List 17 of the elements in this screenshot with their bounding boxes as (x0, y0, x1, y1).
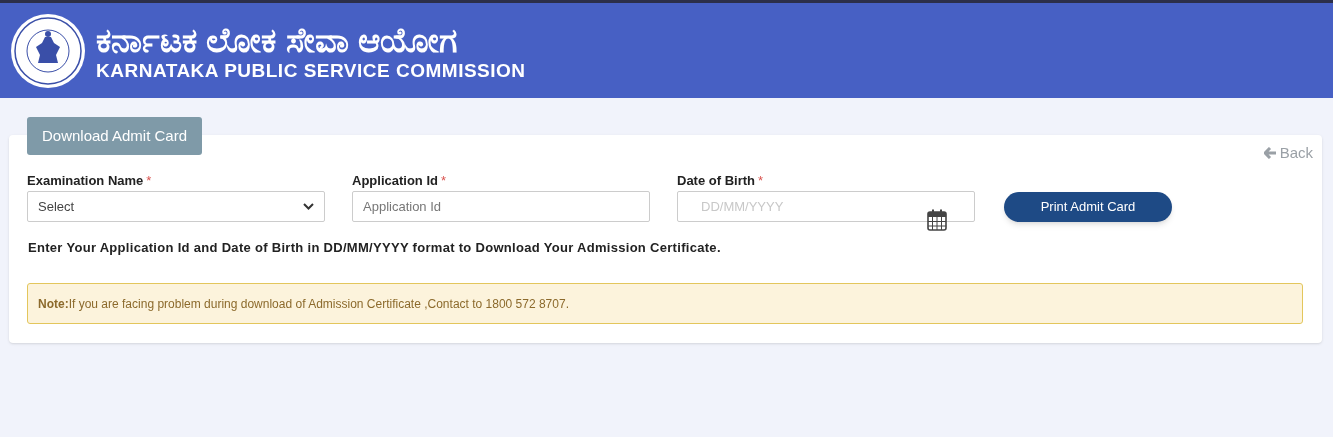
required-mark: * (146, 172, 152, 190)
examination-select[interactable]: Select (27, 191, 325, 222)
field-label: Date of Birth (677, 172, 755, 190)
kannada-title: ಕರ್ನಾಟಕ ಲೋಕ ಸೇವಾ ಆಯೋಗ (96, 19, 459, 60)
calendar-icon[interactable] (927, 209, 947, 231)
emblem-icon (10, 12, 86, 89)
field-label: Application Id (352, 172, 438, 190)
instruction-text: Enter Your Application Id and Date of Birth in DD/MM/YYYY format to Download Your Admission Certificate. (28, 239, 721, 257)
required-mark: * (758, 172, 764, 190)
required-mark: * (440, 172, 446, 190)
chevron-down-icon (303, 203, 314, 210)
note-alert: Note:If you are facing problem during download of Admission Certificate ,Contact to 1800 572 8707. (27, 283, 1303, 324)
arrow-left-icon (1263, 147, 1277, 160)
print-admit-card-button[interactable]: Print Admit Card (1004, 192, 1172, 222)
header-title: KARNATAKA PUBLIC SERVICE COMMISSION (96, 59, 526, 82)
application-id-field[interactable]: Application Id (352, 191, 650, 222)
field-label: Examination Name (27, 172, 144, 190)
